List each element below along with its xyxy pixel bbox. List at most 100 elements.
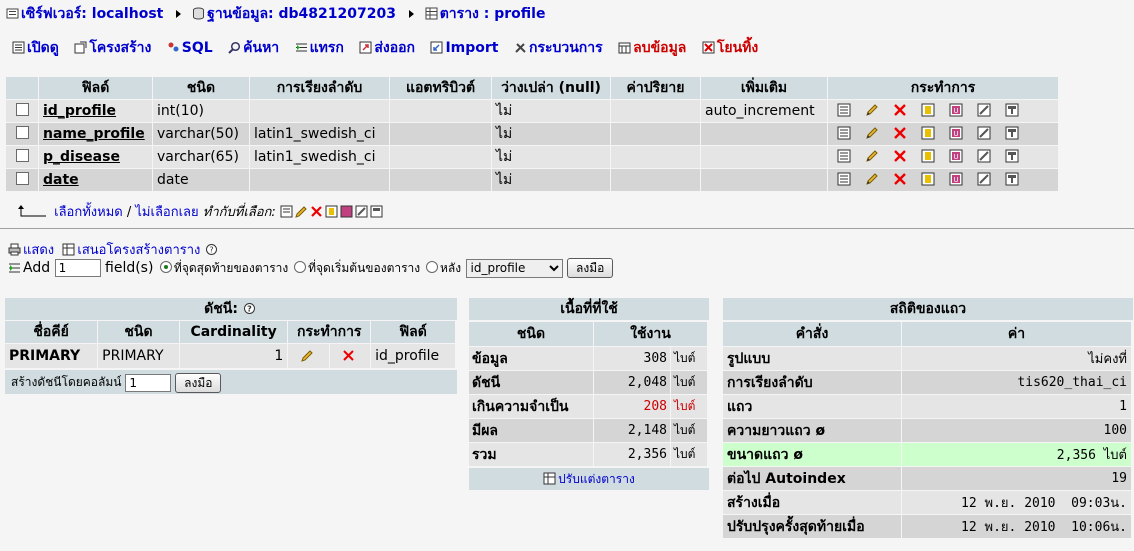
propose-structure-icon xyxy=(62,243,75,256)
unique-icon[interactable]: U xyxy=(949,126,963,140)
tab-operations[interactable]: กระบวนการ xyxy=(514,37,603,59)
index-icon[interactable] xyxy=(977,149,991,163)
unique-icon[interactable]: U xyxy=(949,172,963,186)
delete-icon[interactable] xyxy=(342,349,355,362)
select-all-link[interactable]: เลือกทั้งหมด xyxy=(54,205,123,220)
space-header-type: ชนิด xyxy=(469,322,593,346)
row-checkbox-cell xyxy=(6,100,38,122)
bulk-index-icon[interactable] xyxy=(355,205,368,218)
radio-at-end[interactable] xyxy=(159,261,172,273)
table-row: ขนาดแถว ø 2,356 ไบต์ xyxy=(723,443,1131,466)
add-field-count-input[interactable] xyxy=(54,259,101,277)
divider xyxy=(0,228,1134,229)
space-usage-title: เนื้อที่ที่ใช้ xyxy=(469,298,709,320)
row-checkbox[interactable] xyxy=(15,172,29,185)
after-field-select[interactable]: id_profile xyxy=(465,258,563,278)
primary-key-icon[interactable] xyxy=(921,103,935,117)
browse-distinct-icon[interactable] xyxy=(837,103,851,117)
stat-label: สร้างเมื่อ xyxy=(723,491,901,514)
edit-pencil-icon[interactable] xyxy=(865,103,879,117)
sql-icon xyxy=(167,41,180,54)
unselect-all-link[interactable]: ไม่เลือกเลย xyxy=(135,205,198,220)
tab-structure[interactable]: โครงสร้าง xyxy=(74,37,151,59)
create-index-go-button[interactable]: ลงมือ xyxy=(175,372,222,393)
empty-icon xyxy=(618,41,631,54)
row-checkbox-cell xyxy=(6,123,38,145)
help-icon[interactable]: ? xyxy=(243,302,256,315)
fulltext-icon[interactable] xyxy=(1005,103,1019,117)
primary-key-icon[interactable] xyxy=(921,149,935,163)
add-field-go-button[interactable]: ลงมือ xyxy=(567,258,614,278)
index-icon[interactable] xyxy=(977,103,991,117)
bulk-unique-icon[interactable] xyxy=(340,205,353,218)
primary-key-icon[interactable] xyxy=(921,126,935,140)
breadcrumb-separator-icon xyxy=(408,9,414,18)
radio-at-beginning[interactable] xyxy=(294,261,307,273)
fulltext-icon[interactable] xyxy=(1005,126,1019,140)
bulk-edit-icon[interactable] xyxy=(295,205,308,218)
breadcrumb-server[interactable]: เซิร์ฟเวอร์: localhost xyxy=(6,6,168,22)
radio-at-end-label: ที่จุดสุดท้ายของตาราง xyxy=(173,261,289,275)
field-extra: auto_increment xyxy=(701,100,827,122)
radio-after[interactable] xyxy=(425,261,438,273)
index-icon[interactable] xyxy=(977,172,991,186)
unique-icon[interactable]: U xyxy=(949,103,963,117)
header-action: กระทำการ xyxy=(828,77,1058,99)
index-icon[interactable] xyxy=(977,126,991,140)
breadcrumb-table[interactable]: ตาราง : profile xyxy=(420,6,545,22)
radio-after-label: หลัง xyxy=(439,261,462,275)
structure-icon xyxy=(74,41,87,54)
delete-icon[interactable] xyxy=(893,126,907,140)
edit-pencil-icon[interactable] xyxy=(865,126,879,140)
field-attributes xyxy=(390,169,491,191)
bulk-delete-icon[interactable] xyxy=(310,205,323,218)
delete-icon[interactable] xyxy=(893,149,907,163)
edit-pencil-icon[interactable] xyxy=(301,349,314,362)
row-checkbox[interactable] xyxy=(15,103,29,116)
tab-import[interactable]: Import xyxy=(430,40,499,56)
fulltext-icon[interactable] xyxy=(1005,149,1019,163)
row-checkbox[interactable] xyxy=(15,126,29,139)
unique-icon[interactable]: U xyxy=(949,149,963,163)
field-collation xyxy=(250,169,389,191)
tab-sql[interactable]: SQL xyxy=(167,40,213,56)
tab-search[interactable]: ค้นหา xyxy=(228,37,279,59)
header-field: ฟิลด์ xyxy=(39,77,152,99)
fields-label: field(s) xyxy=(105,260,154,276)
with-selected-label: ทำกับที่เลือก: xyxy=(202,205,276,220)
browse-distinct-icon[interactable] xyxy=(837,149,851,163)
row-checkbox[interactable] xyxy=(15,149,29,162)
propose-structure-link[interactable]: เสนอโครงสร้างตาราง xyxy=(77,243,200,258)
delete-icon[interactable] xyxy=(893,172,907,186)
optimize-table-link[interactable]: ปรับแต่งตาราง xyxy=(469,468,709,490)
field-type: int(10) xyxy=(153,100,249,122)
index-header-action: กระทำการ xyxy=(288,321,371,343)
bulk-fulltext-icon[interactable] xyxy=(370,205,383,218)
fulltext-icon[interactable] xyxy=(1005,172,1019,186)
table-row: การเรียงลำดับ tis620_thai_ci xyxy=(723,371,1131,394)
tab-export[interactable]: ส่งออก xyxy=(359,37,415,59)
browse-distinct-icon[interactable] xyxy=(837,126,851,140)
insert-icon xyxy=(295,41,308,54)
check-divider: / xyxy=(122,205,136,220)
tab-browse[interactable]: เปิดดู xyxy=(12,37,59,59)
browse-distinct-icon[interactable] xyxy=(837,172,851,186)
tab-insert[interactable]: แทรก xyxy=(295,37,344,59)
breadcrumb-database[interactable]: ฐานข้อมูล: db4821207203 xyxy=(187,6,401,22)
tab-drop[interactable]: โยนทิ้ง xyxy=(702,37,758,59)
stat-label: การเรียงลำดับ xyxy=(723,371,901,394)
help-icon[interactable]: ? xyxy=(205,243,218,256)
create-index-count-input[interactable] xyxy=(125,373,172,392)
arrow-ltr-icon xyxy=(18,205,48,218)
bulk-browse-icon[interactable] xyxy=(280,205,293,218)
edit-pencil-icon[interactable] xyxy=(865,172,879,186)
bulk-primary-icon[interactable] xyxy=(325,205,338,218)
primary-key-icon[interactable] xyxy=(921,172,935,186)
print-link[interactable]: แสดง xyxy=(23,243,54,258)
delete-icon[interactable] xyxy=(893,103,907,117)
table-icon xyxy=(425,7,438,20)
svg-text:U: U xyxy=(953,176,958,184)
tab-empty[interactable]: ลบข้อมูล xyxy=(618,37,686,59)
edit-pencil-icon[interactable] xyxy=(865,149,879,163)
table-row: ต่อไป Autoindex 19 xyxy=(723,467,1131,490)
